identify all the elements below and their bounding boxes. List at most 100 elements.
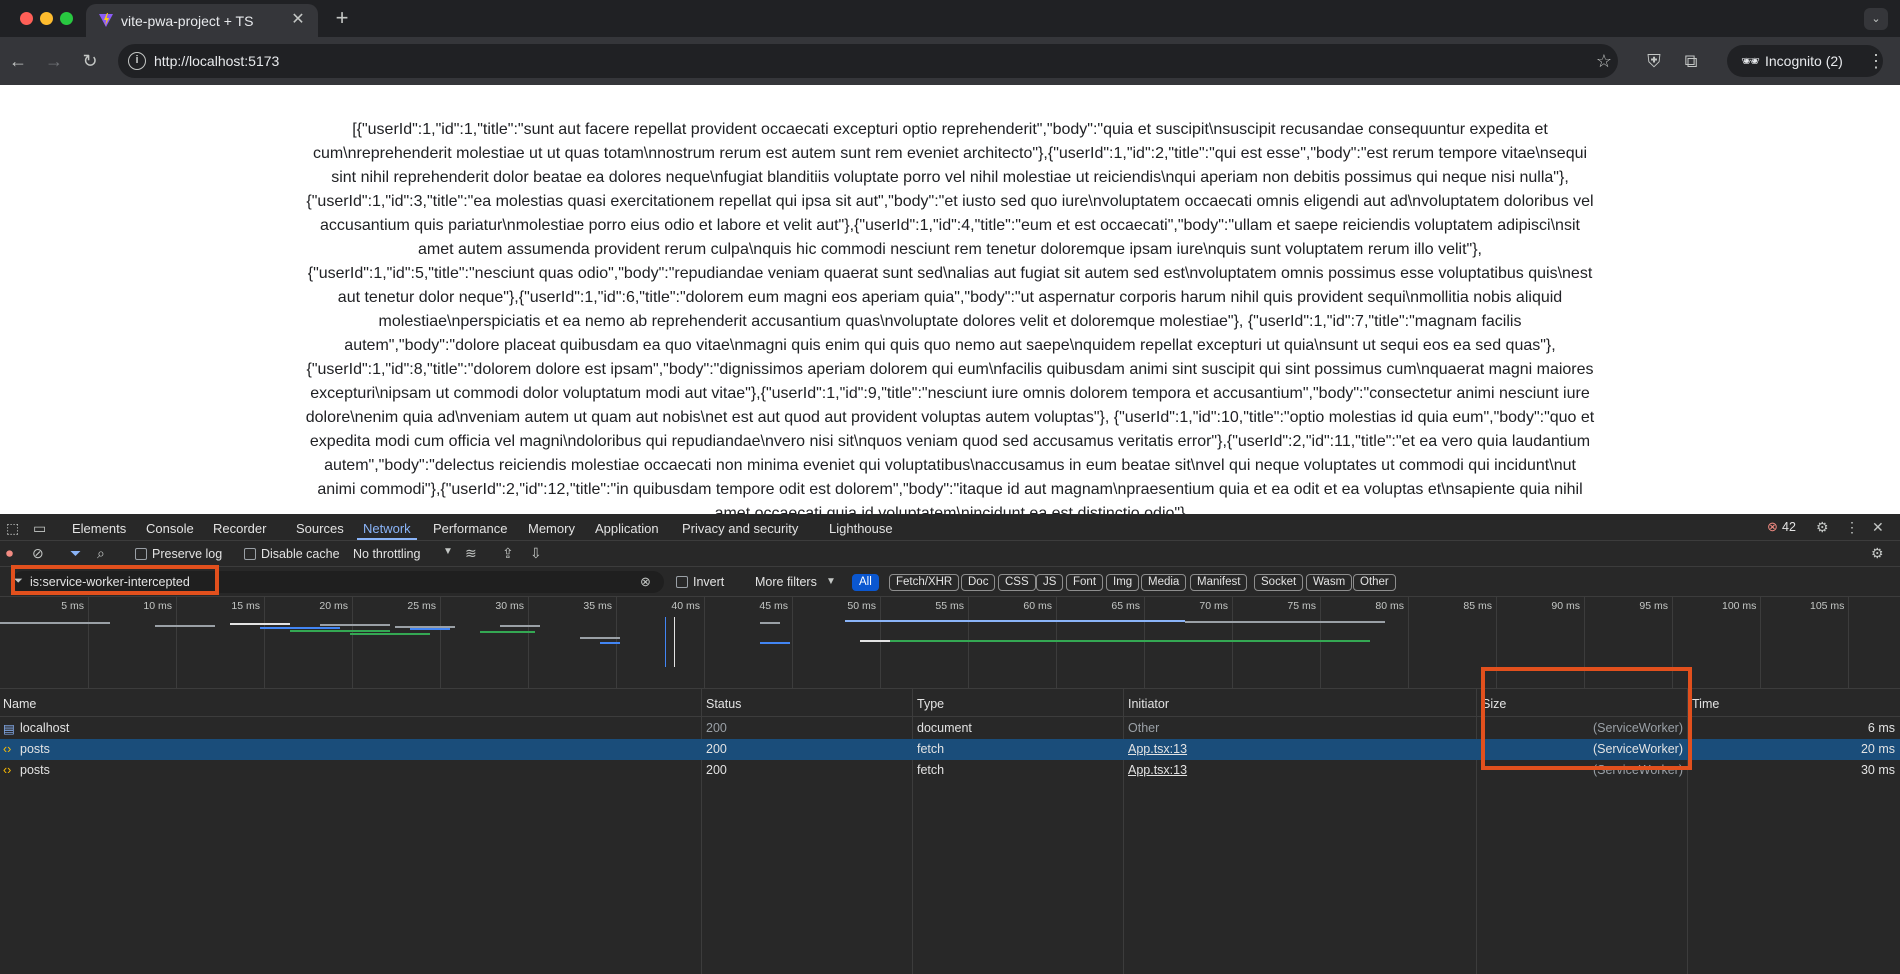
reload-icon[interactable]: ↻ [78,49,102,73]
waterfall-bar [320,624,390,626]
url-text[interactable]: http://localhost:5173 [154,53,279,69]
invert-checkbox[interactable] [676,576,688,588]
waterfall-bar [410,628,450,630]
filter-funnel-icon[interactable]: ⏷ [70,545,81,562]
address-bar[interactable]: i http://localhost:5173 [118,44,1618,78]
preserve-log-checkbox[interactable] [135,548,147,560]
chip-other[interactable]: Other [1353,574,1396,591]
tab-console[interactable]: Console [146,521,194,536]
inspect-element-icon[interactable]: ⬚ [6,520,19,537]
browser-tab[interactable]: vite-pwa-project + TS ✕ [86,4,318,37]
tab-network[interactable]: Network [363,521,411,536]
timeline-tick-label: 45 ms [759,600,788,612]
clear-icon[interactable]: ⊘ [32,545,44,562]
timeline-tick-label: 105 ms [1810,600,1845,612]
chip-socket[interactable]: Socket [1254,574,1304,591]
tab-search-chevron-icon[interactable]: ⌄ [1864,8,1888,30]
request-status: 200 [706,721,727,735]
timeline-tick-label: 10 ms [143,600,172,612]
timeline-gridline [1320,597,1321,688]
more-filters-chevron-icon[interactable]: ▼ [826,576,836,587]
tab-strip: vite-pwa-project + TS ✕ + ⌄ [0,0,1900,37]
import-har-icon[interactable]: ⇪ [502,545,514,562]
tab-recorder[interactable]: Recorder [213,521,266,536]
timeline-gridline [1232,597,1233,688]
chip-font[interactable]: Font [1066,574,1104,591]
chip-css[interactable]: CSS [998,574,1036,591]
timeline-gridline [1408,597,1409,688]
column-name[interactable]: Name [3,697,36,711]
timeline-tick-label: 85 ms [1463,600,1492,612]
chip-all[interactable]: All [852,574,879,591]
column-time[interactable]: Time [1692,697,1719,711]
browser-toolbar: ← → ↻ i http://localhost:5173 ☆ ⛨ ⧉ 🕶 In… [0,37,1900,85]
chip-js[interactable]: JS [1036,574,1064,591]
export-har-icon[interactable]: ⇩ [530,545,542,562]
bookmark-star-icon[interactable]: ☆ [1592,49,1616,73]
minimize-window-button[interactable] [40,12,53,25]
extensions-puzzle-icon[interactable]: ⧉ [1679,49,1703,73]
chip-doc[interactable]: Doc [961,574,996,591]
close-window-button[interactable] [20,12,33,25]
more-filters-dropdown[interactable]: More filters [755,575,817,589]
search-icon[interactable]: ⌕ [97,545,105,562]
chip-manifest[interactable]: Manifest [1190,574,1248,591]
clear-filter-icon[interactable]: ⊗ [640,574,651,590]
new-tab-button[interactable]: + [330,6,354,30]
tab-elements[interactable]: Elements [72,521,126,536]
tab-memory[interactable]: Memory [528,521,575,536]
tab-privacy-security[interactable]: Privacy and security [682,521,798,536]
column-status[interactable]: Status [706,697,741,711]
network-settings-gear-icon[interactable]: ⚙ [1871,545,1884,562]
tab-lighthouse[interactable]: Lighthouse [829,521,893,536]
close-devtools-icon[interactable]: ✕ [1872,519,1884,536]
forward-arrow-icon[interactable]: → [42,49,66,73]
timeline-tick-label: 35 ms [583,600,612,612]
site-info-icon[interactable]: i [128,52,146,70]
timeline-tick-label: 5 ms [61,600,84,612]
tab-title: vite-pwa-project + TS [121,13,254,29]
error-count[interactable]: 42 [1782,520,1796,534]
chip-fetch-xhr[interactable]: Fetch/XHR [889,574,960,591]
request-time: 20 ms [1860,742,1895,756]
chip-img[interactable]: Img [1106,574,1140,591]
error-icon[interactable]: ⊗ [1767,519,1778,535]
timeline-gridline [352,597,353,688]
incognito-button[interactable]: 🕶 Incognito (2) [1727,45,1883,77]
waterfall-bar [1185,621,1385,623]
request-name: posts [20,742,50,756]
tab-close-icon[interactable]: ✕ [288,10,308,30]
browser-menu-icon[interactable]: ⋮ [1864,49,1888,73]
device-toolbar-icon[interactable]: ▭ [33,520,46,537]
throttling-dropdown-icon[interactable]: ▼ [443,546,453,557]
disable-cache-label: Disable cache [261,547,340,561]
request-type: fetch [917,742,945,756]
fetch-icon: ‹› [3,763,12,777]
waterfall-bar [890,640,1370,642]
tab-application[interactable]: Application [595,521,659,536]
devtools-menu-icon[interactable]: ⋮ [1845,519,1859,536]
back-arrow-icon[interactable]: ← [6,49,30,73]
incognito-label: Incognito (2) [1765,53,1843,69]
record-stop-icon[interactable]: ⏺ [6,545,13,562]
throttling-select[interactable]: No throttling [353,547,420,561]
request-initiator-link[interactable]: App.tsx:13 [1128,763,1187,777]
settings-gear-icon[interactable]: ⚙ [1816,519,1829,536]
disable-cache-checkbox[interactable] [244,548,256,560]
chip-media[interactable]: Media [1141,574,1187,591]
timeline-tick-label: 25 ms [407,600,436,612]
shield-extension-icon[interactable]: ⛨ [1642,49,1666,73]
network-conditions-icon[interactable]: ≋ [465,545,477,562]
column-initiator[interactable]: Initiator [1128,697,1169,711]
tab-sources[interactable]: Sources [296,521,344,536]
timeline-gridline [264,597,265,688]
request-initiator-link[interactable]: App.tsx:13 [1128,742,1187,756]
chip-wasm[interactable]: Wasm [1306,574,1353,591]
document-icon: ▤ [3,722,15,736]
column-type[interactable]: Type [917,697,944,711]
tab-performance[interactable]: Performance [433,521,507,536]
waterfall-bar [290,630,390,632]
timeline-tick-label: 60 ms [1023,600,1052,612]
maximize-window-button[interactable] [60,12,73,25]
filter-highlight-box [11,565,219,595]
